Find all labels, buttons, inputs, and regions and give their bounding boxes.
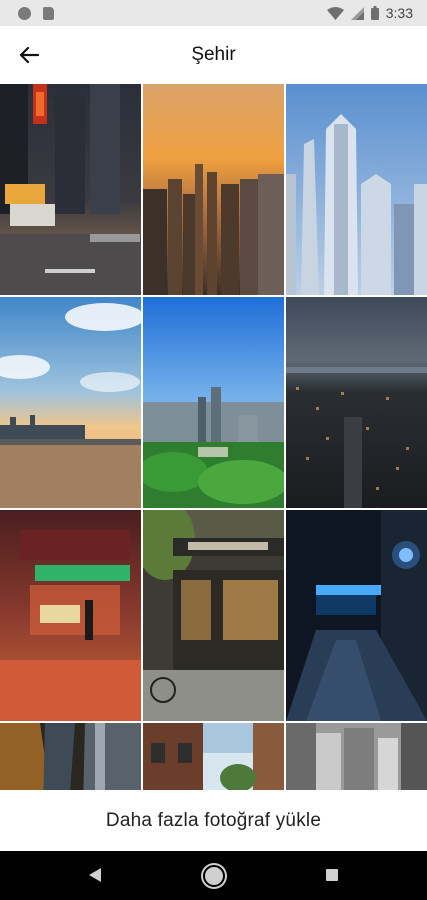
status-bar: 3:33: [0, 0, 427, 26]
photo-bakery-storefront: [143, 510, 284, 721]
photo-skyscrapers: [286, 84, 427, 295]
photo-tile[interactable]: [286, 297, 427, 508]
nav-recents-icon[interactable]: [326, 869, 338, 881]
photo-neon-shop: [0, 510, 141, 721]
photo-tile[interactable]: [0, 510, 141, 721]
status-right: 3:33: [326, 5, 413, 21]
cell-signal-icon: [350, 6, 364, 20]
photo-motion-blur: [0, 723, 141, 790]
photo-grid: [0, 84, 427, 790]
app-bar: Şehir: [0, 26, 427, 84]
status-time: 3:33: [385, 5, 413, 21]
photo-tile[interactable]: [286, 723, 427, 790]
wifi-icon: [326, 6, 344, 20]
photo-aerial-night: [286, 297, 427, 508]
back-button[interactable]: [8, 34, 50, 76]
nav-bar: [0, 851, 427, 900]
photo-monochrome-rooftops: [286, 723, 427, 790]
photo-tile[interactable]: [143, 723, 284, 790]
status-left: [18, 6, 54, 20]
photo-tile[interactable]: [143, 84, 284, 295]
sd-card-icon: [43, 6, 54, 20]
photo-tile[interactable]: [286, 510, 427, 721]
nav-back-icon[interactable]: [88, 868, 102, 882]
photo-tile[interactable]: [286, 84, 427, 295]
photo-city-park: [143, 297, 284, 508]
page-title: Şehir: [191, 44, 236, 65]
photo-tile[interactable]: [0, 723, 141, 790]
battery-icon: [370, 6, 379, 20]
photo-tile[interactable]: [0, 84, 141, 295]
notification-dot-icon: [18, 6, 31, 20]
photo-tile[interactable]: [143, 510, 284, 721]
load-more-button[interactable]: Daha fazla fotoğraf yükle: [0, 790, 427, 851]
nav-home-icon[interactable]: [203, 865, 225, 887]
photo-narrow-street: [143, 723, 284, 790]
photo-tile[interactable]: [143, 297, 284, 508]
arrow-left-icon: [19, 46, 39, 64]
photo-tile[interactable]: [0, 297, 141, 508]
photo-neon-street: [0, 84, 141, 295]
photo-waterfront-sunset: [0, 297, 141, 508]
photo-skyline-sunset: [143, 84, 284, 295]
photo-blue-tunnel: [286, 510, 427, 721]
